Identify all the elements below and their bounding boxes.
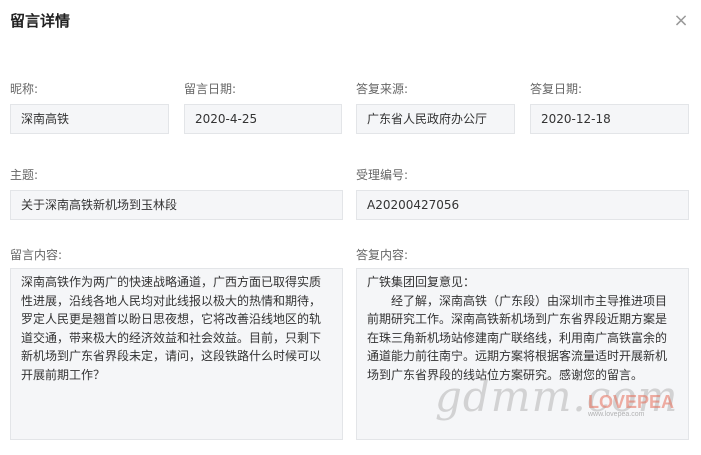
close-icon[interactable]: × (672, 12, 690, 30)
nickname-label: 昵称: (10, 82, 39, 96)
message-content-text: 深南高铁作为两广的快速战略通道，广西方面已取得实质性进展，沿线各地人民均对此线报… (21, 275, 322, 382)
message-date-field: 2020-4-25 (184, 104, 342, 134)
case-number-field: A20200427056 (356, 190, 689, 220)
reply-heading: 广铁集团回复意见： (367, 275, 476, 289)
nickname-field: 深南高铁 (10, 104, 169, 134)
message-content-label: 留言内容: (10, 248, 63, 262)
dialog-title: 留言详情 (10, 12, 71, 30)
reply-source-label: 答复来源: (356, 82, 409, 96)
reply-date-label: 答复日期: (530, 82, 583, 96)
reply-date-field: 2020-12-18 (530, 104, 689, 134)
reply-content-text: 经了解，深南高铁（广东段）由深圳市主导推进项目前期研究工作。深南高铁新机场到广东… (367, 293, 668, 382)
reply-content-box: 广铁集团回复意见： 经了解，深南高铁（广东段）由深圳市主导推进项目前期研究工作。… (356, 268, 689, 440)
reply-content-label: 答复内容: (356, 248, 409, 262)
message-content-box: 深南高铁作为两广的快速战略通道，广西方面已取得实质性进展，沿线各地人民均对此线报… (10, 268, 343, 440)
subject-label: 主题: (10, 168, 39, 182)
case-number-label: 受理编号: (356, 168, 409, 182)
reply-source-field: 广东省人民政府办公厅 (356, 104, 515, 134)
subject-field: 关于深南高铁新机场到玉林段 (10, 190, 343, 220)
message-date-label: 留言日期: (184, 82, 237, 96)
